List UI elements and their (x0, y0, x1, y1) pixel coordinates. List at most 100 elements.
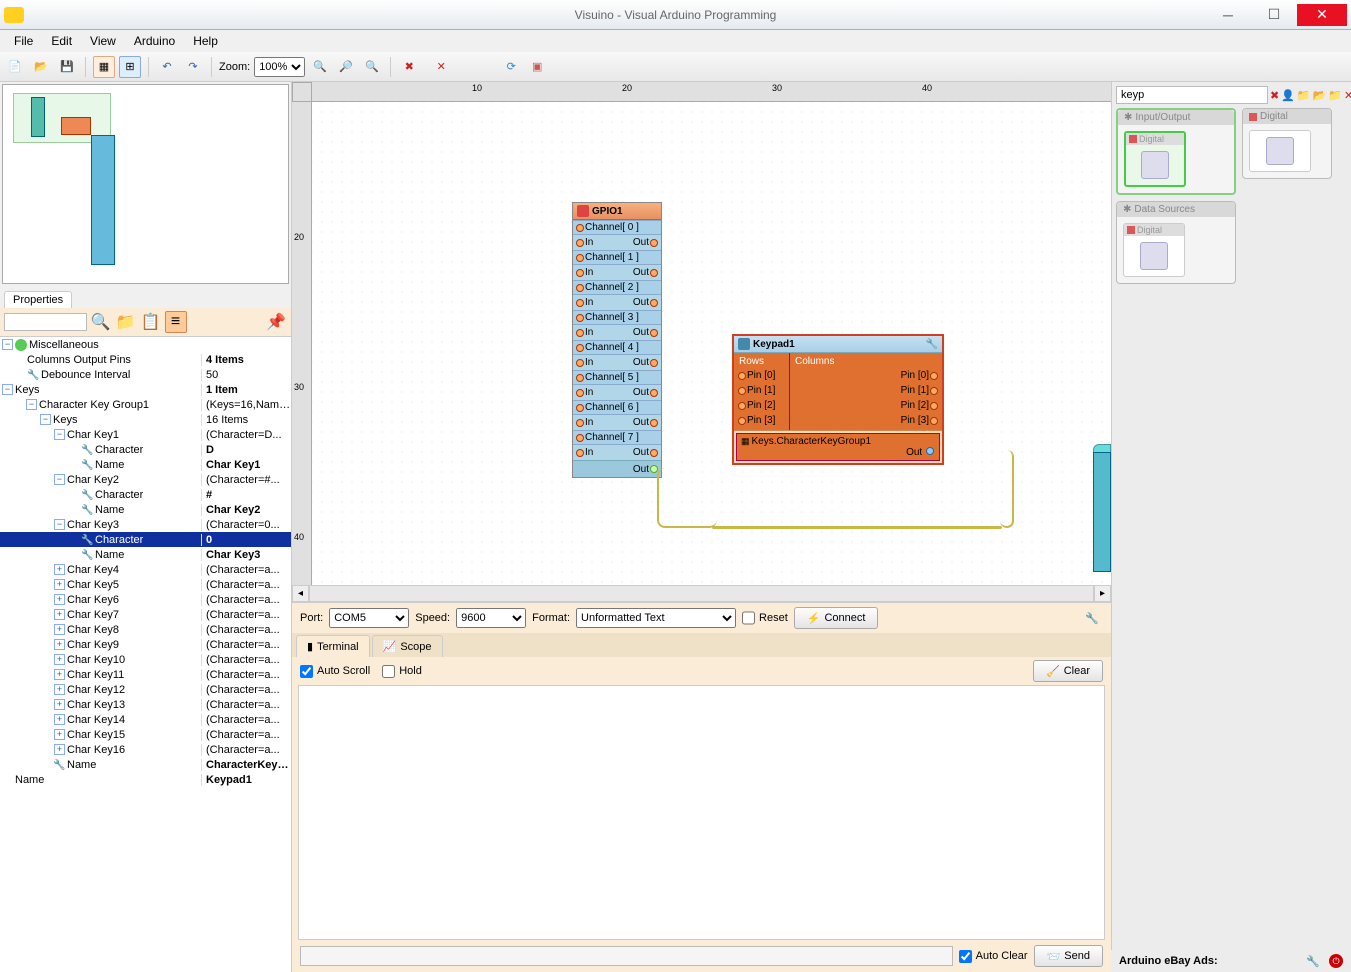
folder-add-icon[interactable]: 📂 (1313, 87, 1327, 103)
prop-pin-button[interactable]: 📌 (265, 311, 287, 333)
prop-sort-button[interactable]: 📋 (140, 311, 162, 333)
property-row[interactable]: −Char Key3(Character=0... (0, 517, 291, 532)
gpio-channel[interactable]: Channel[ 5 ] (573, 370, 661, 384)
gpio-channel-io[interactable]: InOut (573, 354, 661, 370)
terminal-input[interactable] (300, 946, 953, 966)
properties-tree[interactable]: −MiscellaneousColumns Output Pins4 Items… (0, 336, 291, 972)
send-button[interactable]: 📨Send (1034, 945, 1103, 967)
design-canvas[interactable]: GPIO1 Channel[ 0 ]InOutChannel[ 1 ]InOut… (312, 102, 1111, 585)
gpio-channel-io[interactable]: InOut (573, 234, 661, 250)
grid-button[interactable]: ▦ (93, 56, 115, 78)
thumb-digital-io[interactable]: Digital (1124, 131, 1186, 187)
open-button[interactable]: 📂 (30, 56, 52, 78)
gpio-channel[interactable]: Channel[ 6 ] (573, 400, 661, 414)
new-button[interactable]: 📄 (4, 56, 26, 78)
component-gpio1[interactable]: GPIO1 Channel[ 0 ]InOutChannel[ 1 ]InOut… (572, 202, 662, 478)
autoclear-checkbox[interactable]: Auto Clear (959, 950, 1028, 963)
delete-button[interactable]: ✖ (398, 56, 420, 78)
property-row[interactable]: NameChar Key3 (0, 547, 291, 562)
menu-file[interactable]: File (6, 32, 41, 50)
zoom-in-button[interactable]: 🔎 (335, 56, 357, 78)
gpio-channel-io[interactable]: InOut (573, 414, 661, 430)
gpio-channel-io[interactable]: InOut (573, 324, 661, 340)
property-row[interactable]: −Character Key Group1(Keys=16,Name=C... (0, 397, 291, 412)
property-row[interactable]: NameCharacterKeyGr... (0, 757, 291, 772)
property-row[interactable]: −Miscellaneous (0, 337, 291, 352)
property-row[interactable]: Debounce Interval50 (0, 367, 291, 382)
undo-button[interactable]: ↶ (156, 56, 178, 78)
connect-button[interactable]: ⚡Connect (794, 607, 879, 629)
property-row[interactable]: +Char Key11(Character=a... (0, 667, 291, 682)
property-row[interactable]: Character# (0, 487, 291, 502)
thumb-digital-ds[interactable]: Digital (1123, 223, 1185, 277)
property-row[interactable]: CharacterD (0, 442, 291, 457)
component-search-input[interactable] (1116, 86, 1268, 104)
zoom-fit-button[interactable]: 🔍 (309, 56, 331, 78)
gpio-channel[interactable]: Channel[ 7 ] (573, 430, 661, 444)
component-keypad1[interactable]: Keypad1🔧 Rows Pin [0]Pin [1]Pin [2]Pin [… (732, 334, 944, 465)
property-row[interactable]: +Char Key15(Character=a... (0, 727, 291, 742)
folder-del-icon[interactable]: 📁 (1328, 87, 1342, 103)
gpio-channel[interactable]: Channel[ 0 ] (573, 220, 661, 234)
property-row[interactable]: +Char Key4(Character=a... (0, 562, 291, 577)
speed-select[interactable]: 9600 (456, 608, 526, 628)
gpio-channel[interactable]: Channel[ 4 ] (573, 340, 661, 354)
gpio-channel[interactable]: Channel[ 1 ] (573, 250, 661, 264)
property-row[interactable]: +Char Key12(Character=a... (0, 682, 291, 697)
menu-arduino[interactable]: Arduino (126, 32, 183, 50)
gpio-out[interactable]: Out (573, 460, 661, 477)
scroll-left-button[interactable]: ◂ (292, 585, 309, 602)
terminal-output[interactable] (298, 685, 1105, 940)
keypad-row-pin[interactable]: Pin [0] (737, 368, 786, 383)
autoscroll-checkbox[interactable]: Auto Scroll (300, 665, 370, 678)
keypad-col-pin[interactable]: Pin [2] (793, 398, 939, 413)
property-row[interactable]: +Char Key5(Character=a... (0, 577, 291, 592)
property-row[interactable]: −Keys1 Item (0, 382, 291, 397)
close-button[interactable]: ✕ (1297, 4, 1347, 26)
property-row[interactable]: −Char Key2(Character=#... (0, 472, 291, 487)
minimap[interactable] (2, 84, 289, 284)
properties-tab[interactable]: Properties (4, 291, 72, 308)
zoom-select[interactable]: 100% (254, 57, 305, 77)
gpio-channel[interactable]: Channel[ 2 ] (573, 280, 661, 294)
clear-button[interactable]: ✕ (430, 56, 452, 78)
prop-expand-button[interactable]: ≡ (165, 311, 187, 333)
redo-button[interactable]: ↷ (182, 56, 204, 78)
prop-cat-button[interactable]: 📁 (115, 311, 137, 333)
search-clear-icon[interactable]: ✖ (1270, 87, 1279, 103)
snap-button[interactable]: ⊞ (119, 56, 141, 78)
gpio-channel-io[interactable]: InOut (573, 264, 661, 280)
reset-checkbox[interactable]: Reset (742, 608, 788, 628)
property-row[interactable]: +Char Key7(Character=a... (0, 607, 291, 622)
search-filter-icon[interactable]: 👤 (1281, 87, 1295, 103)
menu-edit[interactable]: Edit (43, 32, 80, 50)
maximize-button[interactable]: ☐ (1251, 4, 1297, 26)
property-row[interactable]: +Char Key14(Character=a... (0, 712, 291, 727)
terminal-settings-button[interactable]: 🔧 (1081, 607, 1103, 629)
property-row[interactable]: −Char Key1(Character=D... (0, 427, 291, 442)
gpio-channel-io[interactable]: InOut (573, 294, 661, 310)
gpio-channel[interactable]: Channel[ 3 ] (573, 310, 661, 324)
property-row[interactable]: +Char Key10(Character=a... (0, 652, 291, 667)
tab-scope[interactable]: 📈Scope (372, 635, 443, 657)
menu-view[interactable]: View (82, 32, 124, 50)
property-row[interactable]: +Char Key8(Character=a... (0, 622, 291, 637)
keypad-col-pin[interactable]: Pin [0] (793, 368, 939, 383)
property-row[interactable]: NameKeypad1 (0, 772, 291, 787)
folder-icon[interactable]: 📁 (1297, 87, 1311, 103)
save-button[interactable]: 💾 (56, 56, 78, 78)
prop-search-icon[interactable]: 🔍 (90, 311, 112, 333)
gpio-channel-io[interactable]: InOut (573, 384, 661, 400)
keypad-row-pin[interactable]: Pin [1] (737, 383, 786, 398)
property-row[interactable]: Columns Output Pins4 Items (0, 352, 291, 367)
properties-filter-input[interactable] (4, 313, 87, 331)
format-select[interactable]: Unformatted Text (576, 608, 736, 628)
property-row[interactable]: −Keys16 Items (0, 412, 291, 427)
keypad-col-pin[interactable]: Pin [1] (793, 383, 939, 398)
tab-terminal[interactable]: ▮Terminal (296, 635, 370, 657)
hold-checkbox[interactable]: Hold (382, 665, 422, 678)
canvas-scrollbar-h[interactable]: ◂ ▸ (292, 585, 1111, 602)
keypad-row-pin[interactable]: Pin [3] (737, 413, 786, 428)
port-select[interactable]: COM5 (329, 608, 409, 628)
keypad-col-pin[interactable]: Pin [3] (793, 413, 939, 428)
